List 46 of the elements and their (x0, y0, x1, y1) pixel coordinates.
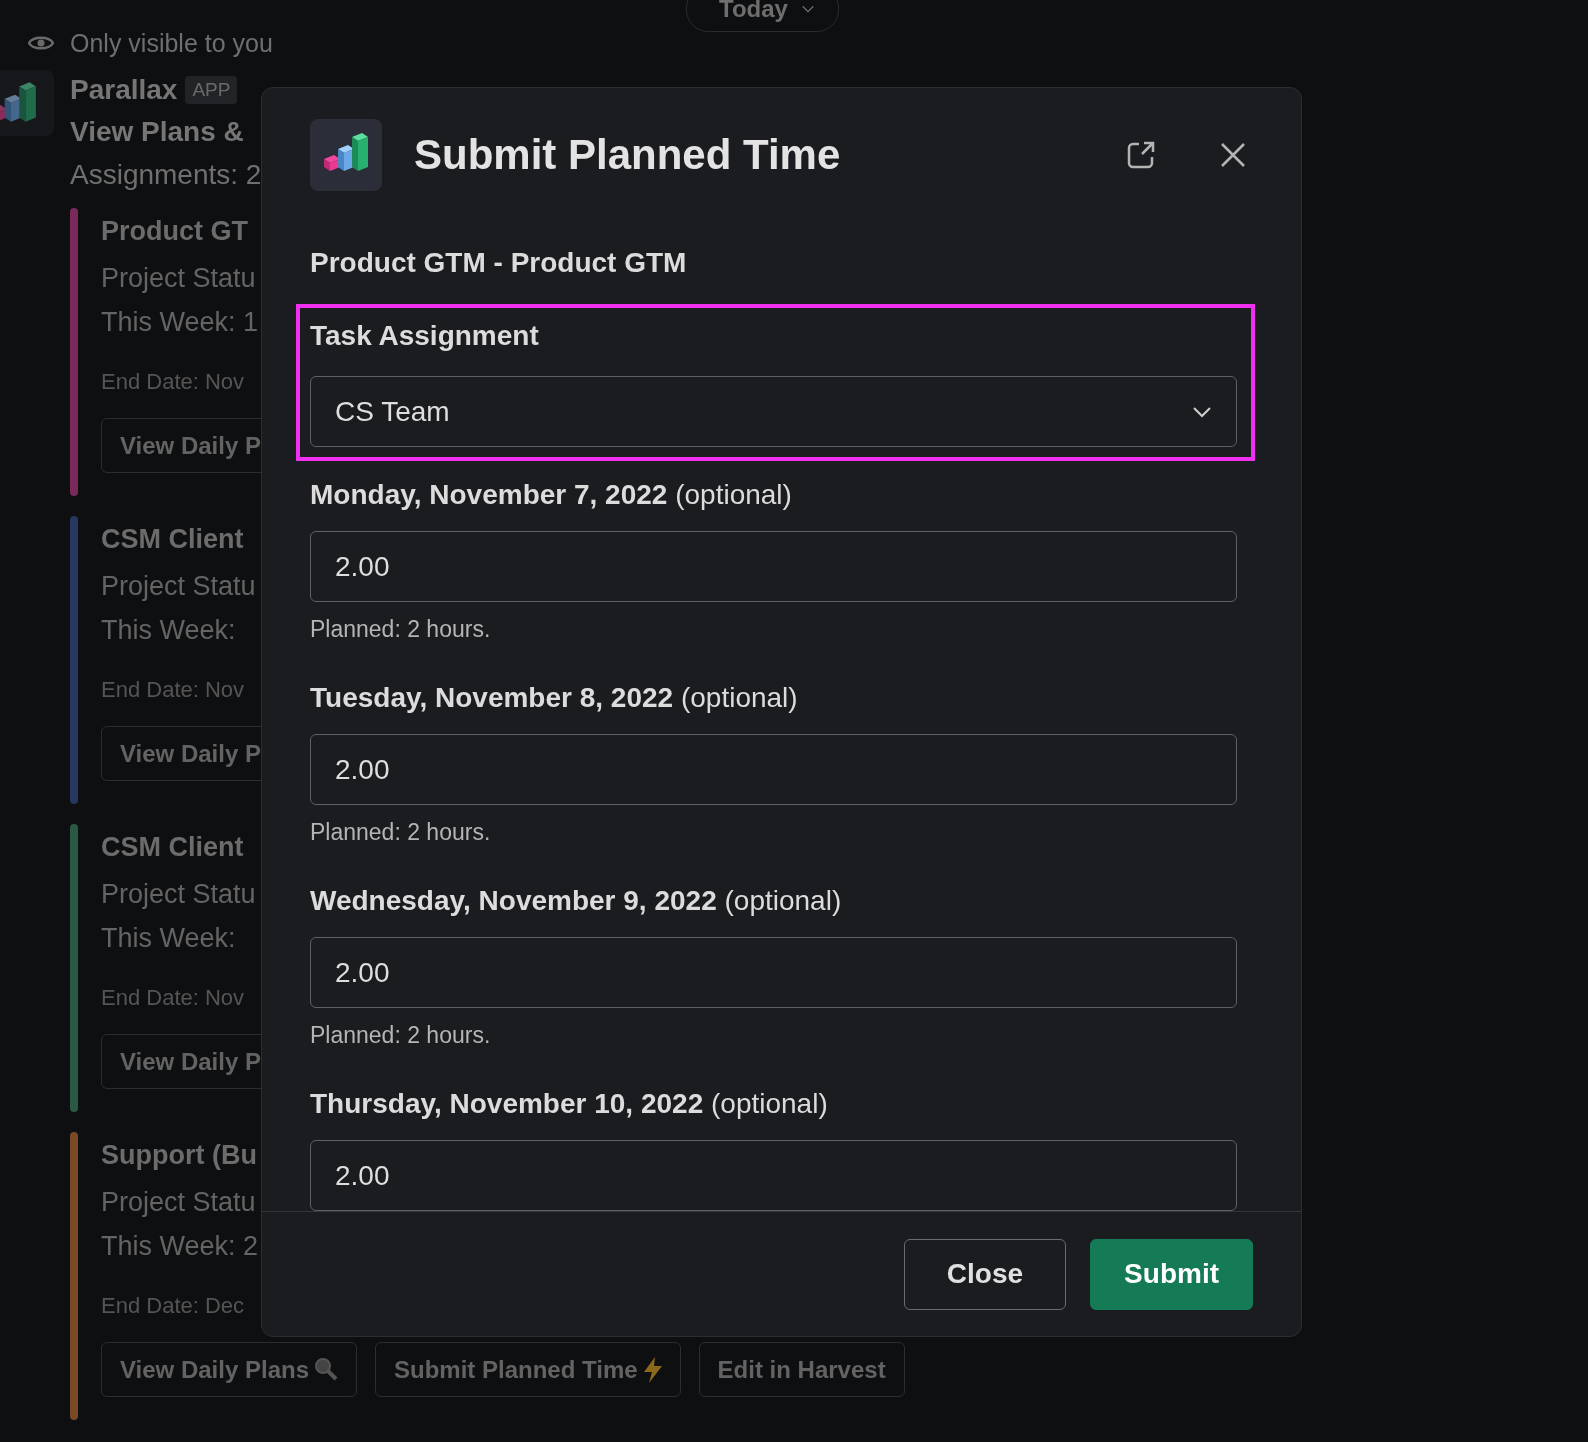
project-status: Project Statu (101, 261, 256, 295)
project-status: Project Statu (101, 569, 256, 603)
project-name: Support (Bu (101, 1140, 257, 1172)
project-name: CSM Client (101, 832, 244, 864)
field-label: Task Assignment (310, 319, 540, 353)
field-hint: Planned: 2 hours. (310, 817, 492, 847)
project-status: Project Statu (101, 1185, 256, 1219)
message-title: View Plans & (70, 115, 244, 149)
eye-icon (28, 34, 54, 52)
message-subtitle: Assignments: 2 (70, 158, 262, 192)
field-label: Wednesday, November 9, 2022 (optional) (310, 884, 843, 918)
card-action-button[interactable]: Edit in Harvest (698, 1342, 905, 1397)
hours-input[interactable]: 2.00 (310, 734, 1237, 805)
project-status: Project Statu (101, 877, 256, 911)
hours-input[interactable]: 2.00 (310, 531, 1237, 602)
close-button[interactable]: Close (903, 1238, 1067, 1310)
lightning-icon (643, 1356, 662, 1383)
field-hint: Planned: 2 hours. (310, 614, 492, 644)
hours-input[interactable]: 2.00 (310, 1140, 1237, 1211)
hours-input[interactable]: 2.00 (310, 937, 1237, 1008)
field-hint: Planned: 2 hours. (310, 1020, 492, 1050)
end-date: End Date: Nov (101, 676, 245, 704)
task-assignment-select[interactable]: CS Team (310, 376, 1237, 447)
project-name: Product GT (101, 216, 248, 248)
sender-name[interactable]: Parallax (70, 74, 178, 106)
date-pill[interactable]: Today (686, 0, 839, 32)
end-date: End Date: Dec (101, 1292, 245, 1320)
project-name: CSM Client (101, 524, 244, 556)
week-hours: This Week: 1 (101, 305, 259, 339)
card-action-button[interactable]: Submit Planned Time (375, 1342, 681, 1397)
week-hours: This Week: 2 (101, 1229, 259, 1263)
project-heading: Product GTM - Product GTM (310, 245, 688, 280)
app-badge: APP (185, 76, 238, 104)
end-date: End Date: Nov (101, 984, 245, 1012)
field-label: Monday, November 7, 2022 (optional) (310, 478, 793, 512)
card-action-button[interactable]: View Daily Plans (101, 1342, 357, 1397)
submit-button[interactable]: Submit (1090, 1238, 1253, 1310)
end-date: End Date: Nov (101, 368, 245, 396)
week-hours: This Week: (101, 613, 236, 647)
field-label: Thursday, November 10, 2022 (optional) (310, 1087, 829, 1121)
modal-title: Submit Planned Time (414, 131, 842, 179)
magnifier-icon (315, 1358, 338, 1381)
app-logo-icon (310, 119, 382, 191)
visibility-notice: Only visible to you (70, 28, 273, 58)
field-label: Tuesday, November 8, 2022 (optional) (310, 681, 799, 715)
week-hours: This Week: (101, 921, 236, 955)
